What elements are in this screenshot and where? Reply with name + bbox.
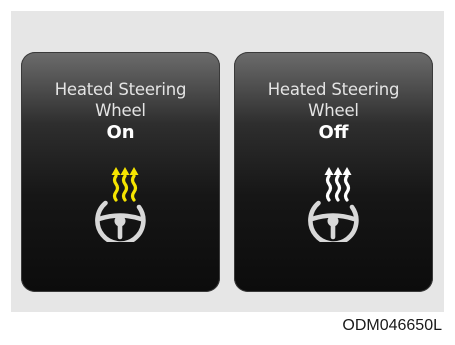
heater-state-label: On: [106, 122, 135, 143]
display-title-line2: Wheel: [95, 101, 146, 120]
heater-state-label: Off: [318, 122, 349, 143]
heated-steering-wheel-icon: [95, 167, 146, 242]
display-title-line1: Heated Steering: [54, 80, 187, 99]
figure-code: ODM046650L: [342, 317, 442, 334]
heated-steering-wheel-icon: [308, 167, 359, 242]
display-title-line1: Heated Steering: [267, 80, 400, 99]
heated-steering-on-display: Heated Steering Wheel On: [21, 52, 220, 292]
display-title-line2: Wheel: [308, 101, 359, 120]
heated-steering-off-display: Heated Steering Wheel Off: [234, 52, 433, 292]
heat-waves-icon: [325, 174, 351, 202]
heat-waves-icon: [112, 174, 138, 202]
